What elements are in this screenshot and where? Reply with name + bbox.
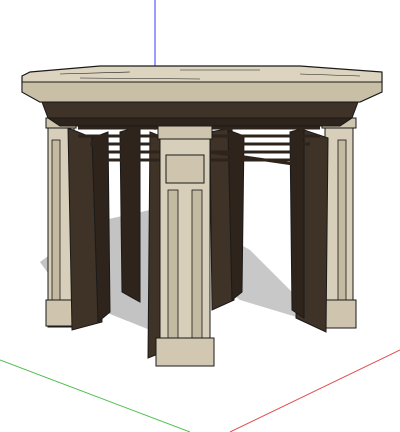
sketchup-model-view[interactable] bbox=[0, 0, 400, 432]
column-front[interactable] bbox=[155, 124, 215, 367]
model-viewport[interactable] bbox=[0, 0, 400, 432]
stone-cap-slab[interactable] bbox=[21, 65, 383, 103]
beam-band[interactable] bbox=[41, 101, 359, 127]
red-axis bbox=[229, 349, 400, 432]
green-axis bbox=[0, 359, 191, 432]
